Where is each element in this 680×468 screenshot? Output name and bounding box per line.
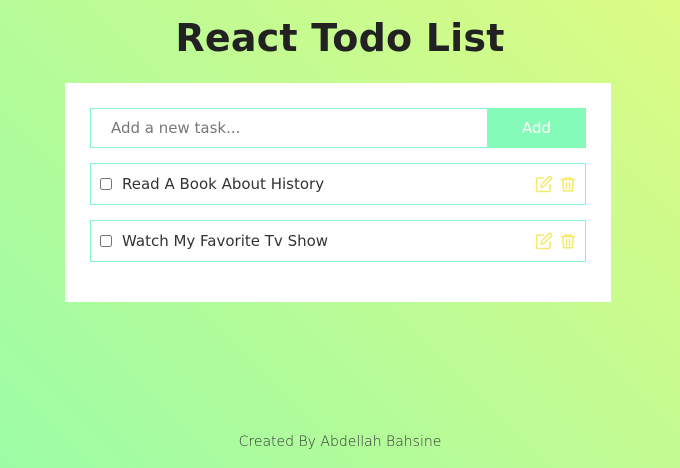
todo-text: Read A Book About History bbox=[122, 175, 325, 193]
todo-text: Watch My Favorite Tv Show bbox=[122, 232, 329, 250]
task-input[interactable] bbox=[90, 108, 487, 148]
edit-icon[interactable] bbox=[535, 232, 553, 250]
list-item: Watch My Favorite Tv Show bbox=[90, 220, 586, 262]
list-item: Read A Book About History bbox=[90, 163, 586, 205]
footer-credit: Created By Abdellah Bahsine bbox=[238, 434, 442, 450]
todo-actions bbox=[529, 175, 577, 193]
add-button[interactable]: Add bbox=[487, 108, 586, 148]
add-task-form: Add bbox=[90, 108, 586, 148]
todo-actions bbox=[529, 232, 577, 250]
trash-icon[interactable] bbox=[559, 175, 577, 193]
page-title: React Todo List bbox=[175, 16, 505, 60]
edit-icon[interactable] bbox=[535, 175, 553, 193]
todo-card: Add Read A Book About History bbox=[65, 83, 611, 302]
trash-icon[interactable] bbox=[559, 232, 577, 250]
todo-checkbox[interactable] bbox=[100, 178, 112, 190]
todo-checkbox[interactable] bbox=[100, 235, 112, 247]
